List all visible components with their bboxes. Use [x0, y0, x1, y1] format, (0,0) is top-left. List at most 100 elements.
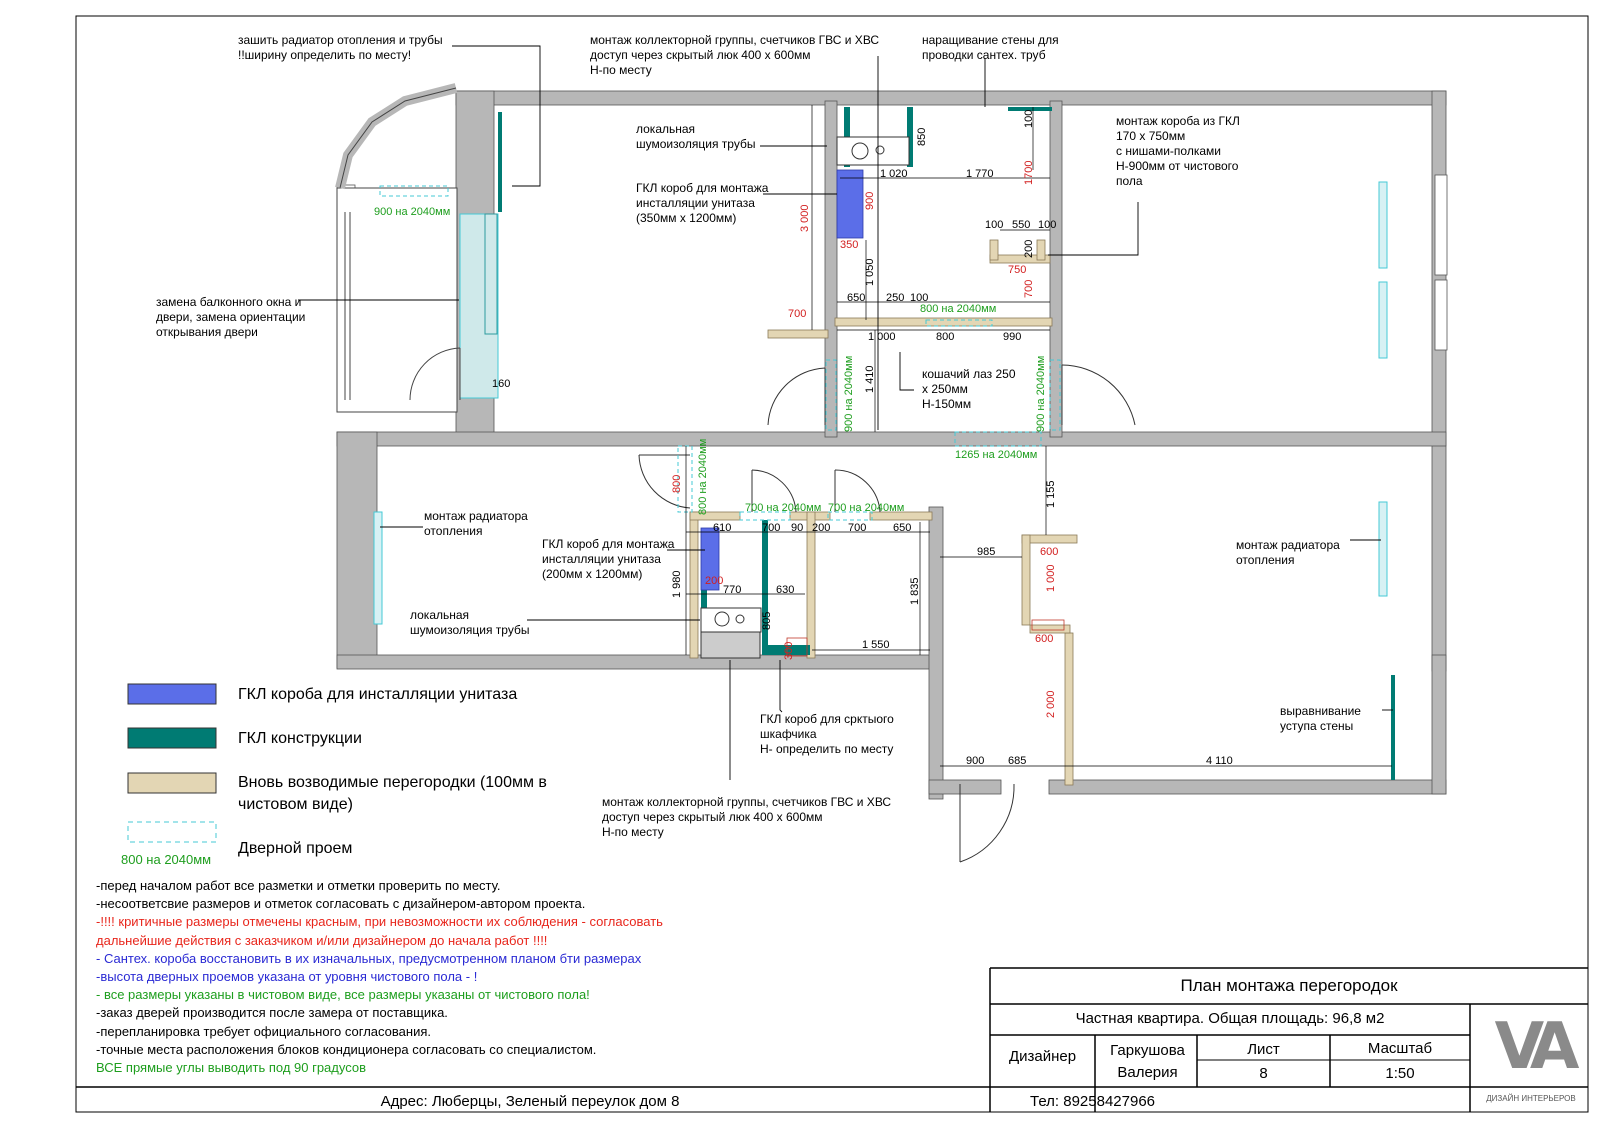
annotation-radiator-right: монтаж радиатора отопления	[1236, 538, 1340, 567]
dimension-label: 1 050	[864, 258, 876, 286]
annotation-balcony: замена балконного окна и двери, замена о…	[156, 295, 306, 339]
designer-logo: VA ДИЗАЙН ИНТЕРЬЕРОВ	[1478, 1008, 1584, 1108]
dimension-label: 700	[1023, 280, 1035, 298]
annotation-noise-bottom: локальная шумоизоляция трубы	[410, 608, 530, 637]
hatched-boxes	[786, 619, 1065, 657]
annotation-hidden-cabinet: ГКЛ короб для срктыого шкафчика Н- опред…	[760, 712, 894, 756]
dimension-label: 900 на 2040мм	[843, 356, 855, 432]
address: Адрес: Люберцы, Зеленый переулок дом 8	[380, 1093, 680, 1110]
phone: Тел: 89258427966	[1030, 1093, 1156, 1110]
designer-name: Гаркушова Валерия	[1110, 1042, 1185, 1081]
dimension-label: 100	[1023, 110, 1035, 128]
dimension-label: 1 835	[909, 577, 921, 605]
note-line: ВСЕ прямые углы выводить под 90 градусов	[96, 1060, 367, 1076]
dimension-label: 985	[977, 546, 995, 558]
legend-swatch-teal	[127, 727, 217, 749]
dimension-label: 900 на 2040мм	[1035, 356, 1047, 432]
dimension-label: 750	[1008, 264, 1026, 276]
dimension-label: 4 110	[1206, 755, 1233, 767]
dimension-label: 990	[1003, 331, 1021, 343]
dimension-label: 700 на 2040мм	[745, 502, 821, 514]
logo-mark: VA	[1494, 1010, 1580, 1084]
annotation-gkl-box-shelves: монтаж короба из ГКЛ 170 х 750мм с нишам…	[1116, 114, 1240, 188]
dimension-label: 700 на 2040мм	[828, 502, 904, 514]
legend-swatch-beige	[127, 772, 217, 794]
dimension-label: 1 000	[1045, 564, 1057, 592]
dimension-label: 650	[847, 292, 865, 304]
sheet-value: 8	[1259, 1065, 1268, 1082]
dimension-label: 1 000	[868, 331, 896, 343]
note-line: -точные места расположения блоков кондиц…	[96, 1041, 597, 1057]
legend-swatch-blue	[127, 683, 217, 705]
general-notes: -перед началом работ все разметки и отме…	[96, 877, 816, 1077]
dimension-label: 650	[893, 522, 911, 534]
annotation-gkl-box-top: ГКЛ короб для монтажа инсталляции унитаз…	[636, 181, 769, 225]
dimension-label: 1 550	[862, 639, 890, 651]
dimension-label: 1265 на 2040мм	[955, 449, 1037, 461]
note-line: -перепланировка требует официального сог…	[96, 1023, 431, 1039]
dimension-label: 700	[848, 522, 866, 534]
scale-value: 1:50	[1385, 1065, 1415, 1082]
dimension-label: 1 155	[1045, 480, 1057, 508]
sheet-label: Лист	[1247, 1041, 1280, 1058]
drawing-subtitle: Частная квартира. Общая площадь: 96,8 м2	[1075, 1010, 1385, 1027]
legend-label-toilet-boxes: ГКЛ короба для инсталляции унитаза	[238, 686, 518, 703]
dimension-label: 1 770	[966, 168, 994, 180]
dimension-label: 800 на 2040мм	[920, 303, 996, 315]
logo-caption: ДИЗАЙН ИНТЕРЬЕРОВ	[1486, 1094, 1576, 1103]
dimension-label: 200	[705, 575, 723, 587]
legend-label-door-opening: Дверной проем	[238, 840, 353, 857]
dimension-label: 900	[966, 755, 984, 767]
note-line: -!!!! критичные размеры отмечены красным…	[96, 914, 663, 930]
legend-swatches	[127, 683, 217, 843]
note-line: - все размеры указаны в чистовом виде, в…	[96, 987, 590, 1003]
annotation-cat-door: кошачий лаз 250 х 250мм Н-150мм	[922, 367, 1016, 411]
legend-door-sample: 800 на 2040мм	[121, 852, 212, 867]
annotation-collector-top: монтаж коллекторной группы, счетчиков ГВ…	[590, 33, 880, 77]
dimension-label: 900 на 2040мм	[374, 206, 450, 218]
dimension-label: 600	[1040, 546, 1058, 558]
dimension-label: 600	[1035, 633, 1053, 645]
scale-label: Масштаб	[1367, 1040, 1433, 1057]
note-line: -заказ дверей производится после замера …	[96, 1005, 448, 1021]
note-line: -несоответсвие размеров и отметок соглас…	[96, 896, 586, 912]
dimension-label: 800	[671, 475, 683, 493]
annotation-noise-top: локальная шумоизоляция трубы	[636, 122, 756, 151]
dimension-label: 350	[840, 239, 858, 251]
dimension-label: 610	[713, 522, 731, 534]
dimension-label: 3 000	[799, 204, 811, 232]
dimension-label: 770	[723, 584, 741, 596]
dimension-label: 1 410	[864, 365, 876, 393]
dimension-label: 700	[788, 308, 806, 320]
legend-swatch-door	[127, 821, 217, 843]
dimension-label: 700	[762, 522, 780, 534]
dimension-label: 250	[886, 292, 904, 304]
legend-label-gkl: ГКЛ конструкции	[238, 730, 362, 747]
dimension-label: 200	[812, 522, 830, 534]
dimension-label: 805	[761, 612, 773, 630]
dimension-label: 900	[864, 192, 876, 210]
note-line: -перед началом работ все разметки и отме…	[96, 878, 501, 893]
dimension-label: 100	[985, 219, 1003, 231]
dimension-label: 100	[1038, 219, 1056, 231]
annotation-wall-extension: наращивание стены для проводки сантех. т…	[922, 33, 1059, 62]
dimension-label: 685	[1008, 755, 1026, 767]
drawing-title: План монтажа перегородок	[1180, 976, 1398, 995]
dimension-label: 2 000	[1045, 690, 1057, 718]
dimension-label: 800	[936, 331, 954, 343]
annotation-align-wall: выравнивание уступа стены	[1280, 704, 1361, 733]
note-line: -высота дверных проемов указана от уровн…	[96, 969, 478, 985]
dimension-label: 300	[783, 642, 795, 660]
dimension-label: 550	[1012, 219, 1030, 231]
dimension-label: 200	[1023, 240, 1035, 258]
note-line: - Сантех. короба восстановить в их изнач…	[96, 950, 642, 966]
annotation-radiator-sew: зашить радиатор отопления и трубы !!шири…	[238, 33, 443, 62]
dimension-label: 1 020	[880, 168, 908, 180]
annotation-collector-bottom: монтаж коллекторной группы, счетчиков ГВ…	[602, 795, 892, 839]
dimension-label: 1700	[1023, 161, 1035, 185]
legend-label-partitions: Вновь возводимые перегородки (100мм в чи…	[238, 774, 547, 813]
dimension-label: 800 на 2040мм	[697, 439, 709, 515]
dimension-label: 160	[492, 378, 510, 390]
dimension-label: 850	[916, 128, 928, 146]
dimension-label: 90	[791, 522, 803, 534]
